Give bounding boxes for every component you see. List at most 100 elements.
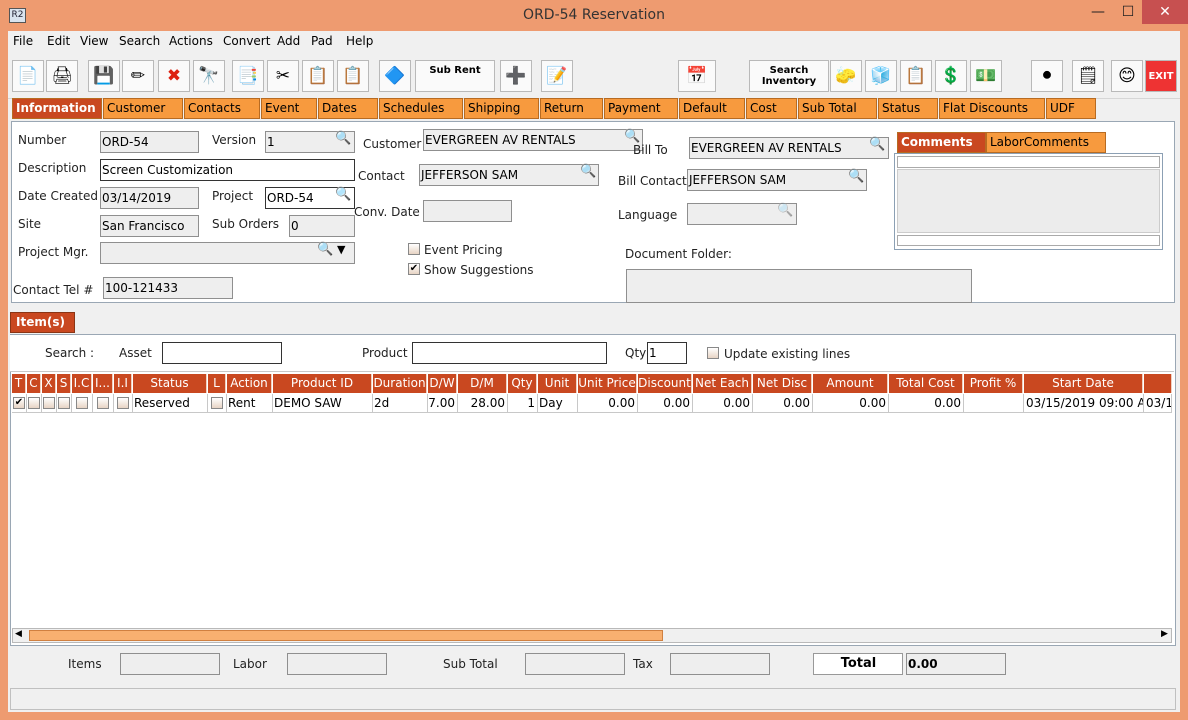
new-document-icon[interactable]: 📄	[12, 60, 44, 92]
menu-convert[interactable]: Convert	[223, 34, 270, 48]
tab-customer[interactable]: Customer	[103, 98, 183, 119]
tab-payment[interactable]: Payment	[604, 98, 678, 119]
col-header-i-ellipsis[interactable]: I...	[93, 374, 113, 393]
contact-lookup-icon[interactable]: 🔍	[580, 164, 596, 179]
product-input[interactable]	[412, 342, 607, 364]
row-end-date[interactable]: 03/17	[1144, 394, 1172, 413]
bill-to-field[interactable]: EVERGREEN AV RENTALS	[689, 137, 889, 159]
row-x-checkbox[interactable]	[43, 397, 55, 409]
col-header-duration[interactable]: Duration	[373, 374, 427, 393]
menu-pad[interactable]: Pad	[311, 34, 333, 48]
menu-actions[interactable]: Actions	[169, 34, 213, 48]
menu-file[interactable]: File	[13, 34, 33, 48]
row-ii-cell[interactable]	[114, 394, 133, 413]
number-field[interactable]: ORD-54	[100, 131, 199, 153]
row-start-date[interactable]: 03/15/2019 09:00 AM	[1024, 394, 1144, 413]
col-header-amount[interactable]: Amount	[813, 374, 888, 393]
tab-schedules[interactable]: Schedules	[379, 98, 463, 119]
site-field[interactable]: San Francisco	[100, 215, 199, 237]
menu-add[interactable]: Add	[277, 34, 300, 48]
calendar-icon[interactable]: 📅	[678, 60, 716, 92]
row-status[interactable]: Reserved	[133, 394, 208, 413]
row-s-checkbox[interactable]	[58, 397, 70, 409]
notes-icon[interactable]: 📝	[541, 60, 573, 92]
tab-dates[interactable]: Dates	[318, 98, 378, 119]
update-lines-checkbox[interactable]	[707, 347, 719, 359]
eraser-icon[interactable]: 🧽	[830, 60, 862, 92]
tab-shipping[interactable]: Shipping	[464, 98, 539, 119]
tab-labor-comments[interactable]: LaborComments	[986, 132, 1106, 153]
sub-orders-field[interactable]: 0	[289, 215, 355, 237]
row-t-cell[interactable]: ✔	[12, 394, 27, 413]
row-ic-checkbox[interactable]	[76, 397, 88, 409]
show-suggestions-checkbox[interactable]: ✔	[408, 263, 420, 275]
cut-icon[interactable]: ✂	[267, 60, 299, 92]
col-header-dw[interactable]: D/W	[428, 374, 457, 393]
col-header-ii[interactable]: I.I	[114, 374, 132, 393]
col-header-net-disc[interactable]: Net Disc	[753, 374, 812, 393]
contact-tel-field[interactable]: 100-121433	[103, 277, 233, 299]
document-folder-field[interactable]	[626, 269, 972, 303]
row-action[interactable]: Rent	[227, 394, 273, 413]
row-duration[interactable]: 2d	[373, 394, 428, 413]
row-net-each[interactable]: 0.00	[693, 394, 753, 413]
minimize-button[interactable]: —	[1082, 0, 1114, 24]
customer-field[interactable]: EVERGREEN AV RENTALS	[423, 129, 643, 151]
row-profit[interactable]	[964, 394, 1024, 413]
col-header-discount[interactable]: Discount	[638, 374, 692, 393]
row-i-cell[interactable]	[93, 394, 114, 413]
contact-field[interactable]: JEFFERSON SAM	[419, 164, 599, 186]
paste-icon[interactable]: 📋	[337, 60, 369, 92]
tab-udf[interactable]: UDF	[1046, 98, 1096, 119]
cube-icon[interactable]: 🧊	[865, 60, 897, 92]
money-icon[interactable]: 💵	[970, 60, 1002, 92]
row-total-cost[interactable]: 0.00	[889, 394, 964, 413]
tab-return[interactable]: Return	[540, 98, 603, 119]
date-created-field[interactable]: 03/14/2019	[100, 187, 199, 209]
row-unit-price[interactable]: 0.00	[578, 394, 638, 413]
project-mgr-lookup-icon[interactable]: 🔍	[317, 242, 333, 257]
add-line-icon[interactable]: ➕	[500, 60, 532, 92]
language-lookup-icon[interactable]: 🔍	[777, 203, 793, 218]
shapes-icon[interactable]: 🔷	[379, 60, 411, 92]
row-x-cell[interactable]	[42, 394, 57, 413]
col-header-end-date[interactable]	[1144, 374, 1172, 393]
row-amount[interactable]: 0.00	[813, 394, 889, 413]
dots-icon[interactable]: ⚫	[1031, 60, 1063, 92]
bill-contact-lookup-icon[interactable]: 🔍	[848, 169, 864, 184]
chevron-down-icon[interactable]: ▼	[337, 243, 345, 256]
tab-items[interactable]: Item(s)	[10, 312, 75, 333]
asset-input[interactable]	[162, 342, 282, 364]
col-header-profit[interactable]: Profit %	[964, 374, 1023, 393]
payment-icon[interactable]: 💲	[935, 60, 967, 92]
horizontal-scrollbar[interactable]: ◀ ▶	[12, 628, 1172, 643]
checklist-icon[interactable]: 📋	[900, 60, 932, 92]
tab-sub-total[interactable]: Sub Total	[798, 98, 877, 119]
row-l-checkbox[interactable]	[211, 397, 223, 409]
bill-to-lookup-icon[interactable]: 🔍	[869, 137, 885, 152]
row-dw[interactable]: 7.00	[428, 394, 458, 413]
col-header-t[interactable]: T	[12, 374, 26, 393]
col-header-status[interactable]: Status	[133, 374, 207, 393]
col-header-qty[interactable]: Qty	[508, 374, 537, 393]
col-header-product-id[interactable]: Product ID	[273, 374, 372, 393]
sticky-note-icon[interactable]: 🗒	[1072, 60, 1104, 92]
row-l-cell[interactable]	[208, 394, 227, 413]
col-header-s[interactable]: S	[57, 374, 71, 393]
col-header-start-date[interactable]: Start Date	[1024, 374, 1143, 393]
project-lookup-icon[interactable]: 🔍	[335, 187, 351, 202]
row-discount[interactable]: 0.00	[638, 394, 693, 413]
save-icon[interactable]: 💾	[88, 60, 120, 92]
row-dm[interactable]: 28.00	[458, 394, 508, 413]
row-product-id[interactable]: DEMO SAW	[273, 394, 373, 413]
tab-contacts[interactable]: Contacts	[184, 98, 260, 119]
menu-search[interactable]: Search	[119, 34, 160, 48]
menu-view[interactable]: View	[80, 34, 108, 48]
bill-contact-field[interactable]: JEFFERSON SAM	[687, 169, 867, 191]
col-header-l[interactable]: L	[208, 374, 226, 393]
scroll-left-icon[interactable]: ◀	[15, 629, 22, 639]
col-header-dm[interactable]: D/M	[458, 374, 507, 393]
row-s-cell[interactable]	[57, 394, 72, 413]
tab-default[interactable]: Default	[679, 98, 745, 119]
edit-pencil-icon[interactable]: ✏	[122, 60, 154, 92]
